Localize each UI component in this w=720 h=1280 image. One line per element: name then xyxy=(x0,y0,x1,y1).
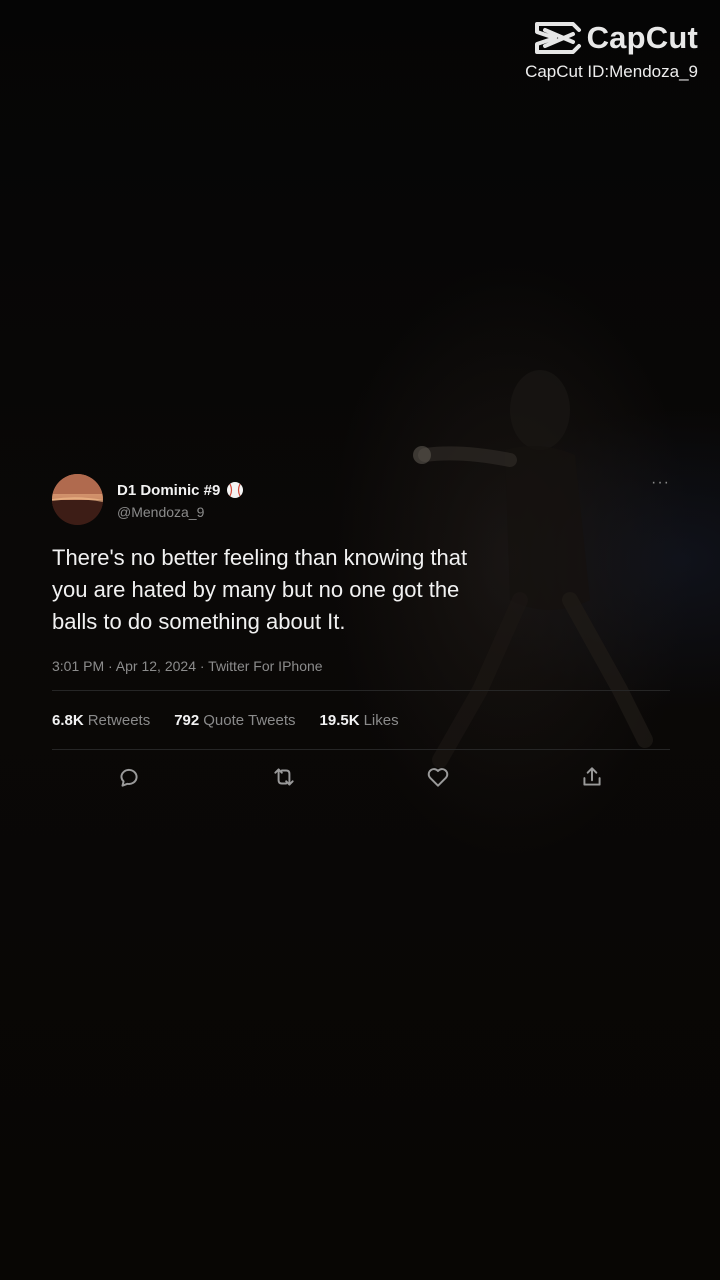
likes-label: Likes xyxy=(363,711,399,729)
user-handle[interactable]: @Mendoza_9 xyxy=(117,504,204,520)
tweet-card: D1 Dominic #9 @Mendoza_9 ··· There's no … xyxy=(52,472,670,806)
retweets-label: Retweets xyxy=(87,711,151,729)
likes-stat[interactable]: 19.5K Likes xyxy=(320,712,399,729)
likes-count: 19.5K xyxy=(319,711,360,729)
capcut-watermark: CapCut CapCut ID:Mendoza_9 xyxy=(525,20,698,82)
like-icon[interactable] xyxy=(425,764,451,790)
capcut-brand: CapCut xyxy=(586,20,698,55)
quote-tweets-label: Quote Tweets xyxy=(203,711,296,729)
avatar[interactable] xyxy=(52,474,103,525)
retweets-stat[interactable]: 6.8K Retweets xyxy=(52,712,150,729)
capcut-logo-icon xyxy=(534,22,581,54)
retweets-count: 6.8K xyxy=(52,711,84,729)
more-options-button[interactable]: ··· xyxy=(651,474,670,492)
capcut-id: CapCut ID:Mendoza_9 xyxy=(525,62,698,81)
retweet-icon[interactable] xyxy=(271,764,297,790)
quote-tweets-count: 792 xyxy=(174,711,200,729)
tweet-actions xyxy=(52,750,670,806)
tweet-stats: 6.8K Retweets 792 Quote Tweets 19.5K Likes xyxy=(52,691,670,749)
tweet-header: D1 Dominic #9 @Mendoza_9 ··· xyxy=(52,472,670,528)
display-name[interactable]: D1 Dominic #9 xyxy=(117,481,244,499)
quote-tweets-stat[interactable]: 792 Quote Tweets xyxy=(174,712,295,729)
display-name-text: D1 Dominic #9 xyxy=(117,481,221,499)
video-frame: CapCut CapCut ID:Mendoza_9 D1 Dominic #9 xyxy=(0,0,720,1280)
tweet-text: There's no better feeling than knowing t… xyxy=(52,545,468,634)
baseball-icon xyxy=(227,482,244,498)
tweet-timestamp: 3:01 PM · Apr 12, 2024 · Twitter For IPh… xyxy=(52,658,323,674)
reply-icon[interactable] xyxy=(116,764,142,790)
share-icon[interactable] xyxy=(579,764,605,790)
